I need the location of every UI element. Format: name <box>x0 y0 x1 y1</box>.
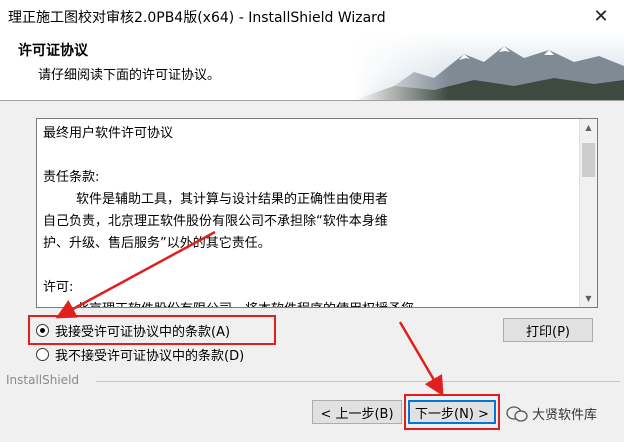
license-text-box[interactable]: 最终用户软件许可协议 责任条款: 软件是辅助工具，其计算与设计结果的正确性由使用… <box>36 118 598 308</box>
accept-radio[interactable] <box>36 323 49 337</box>
scroll-up-icon[interactable]: ▲ <box>580 119 597 136</box>
print-button[interactable]: 打印(P) <box>503 318 593 342</box>
license-scrollbar[interactable]: ▲ ▼ <box>579 119 597 307</box>
decline-label: 我不接受许可证协议中的条款(D) <box>55 348 245 364</box>
next-button[interactable]: 下一步(N) > <box>408 400 496 424</box>
accept-label: 我接受许可证协议中的条款(A) <box>55 324 231 340</box>
scroll-down-icon[interactable]: ▼ <box>580 290 597 307</box>
installshield-label: InstallShield <box>6 373 80 387</box>
wechat-icon <box>506 405 528 422</box>
accept-radio-option[interactable]: 我接受许可证协议中的条款(A) <box>36 319 230 341</box>
mountain-banner-image <box>354 32 624 100</box>
watermark-text: 大贤软件库 <box>532 408 598 423</box>
watermark: 大贤软件库 <box>506 404 597 423</box>
decline-radio-option[interactable]: 我不接受许可证协议中的条款(D) <box>36 343 244 365</box>
back-button[interactable]: < 上一步(B) <box>312 400 402 424</box>
separator <box>96 381 620 382</box>
decline-radio[interactable] <box>36 347 49 361</box>
page-subtitle: 请仔细阅读下面的许可证协议。 <box>38 68 221 83</box>
window-title: 理正施工图校对审核2.0PB4版(x64) - InstallShield Wi… <box>8 10 386 26</box>
title-bar: 理正施工图校对审核2.0PB4版(x64) - InstallShield Wi… <box>0 0 624 33</box>
page-title: 许可证协议 <box>18 43 88 59</box>
scroll-thumb[interactable] <box>582 143 595 177</box>
header-panel: 许可证协议 请仔细阅读下面的许可证协议。 <box>0 32 624 101</box>
close-icon[interactable]: ✕ <box>578 0 624 32</box>
license-text: 最终用户软件许可协议 责任条款: 软件是辅助工具，其计算与设计结果的正确性由使用… <box>43 126 427 307</box>
